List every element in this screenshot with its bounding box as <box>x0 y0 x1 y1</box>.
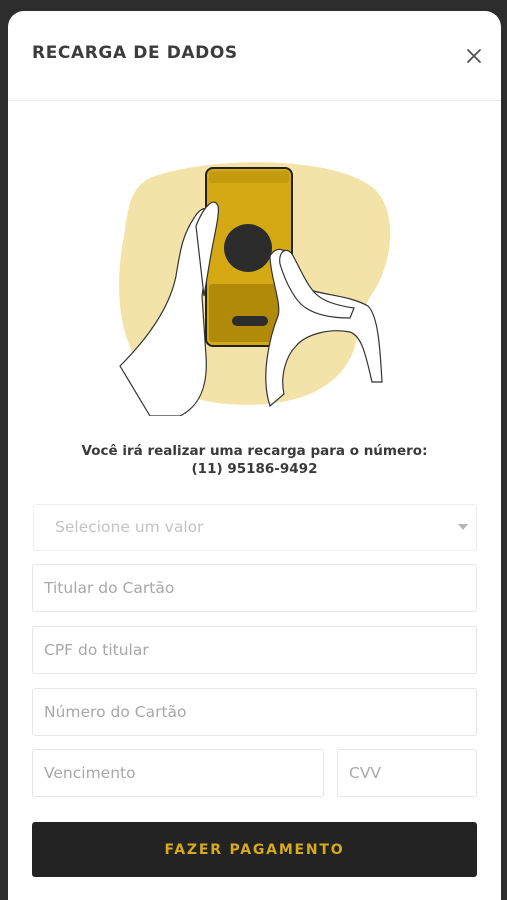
phone-number: (11) 95186-9492 <box>191 461 318 477</box>
cvv-field[interactable] <box>337 749 477 797</box>
cpf-field[interactable] <box>32 626 477 674</box>
card-number-field[interactable] <box>32 688 477 736</box>
value-select[interactable]: Selecione um valor <box>33 504 477 551</box>
recharge-modal: RECARGA DE DADOS Você irá realizar uma r… <box>8 11 501 900</box>
chevron-down-icon <box>458 524 468 530</box>
pay-button[interactable]: FAZER PAGAMENTO <box>32 822 477 877</box>
close-button[interactable] <box>463 45 485 67</box>
hand-holding-phone-illustration <box>119 162 391 416</box>
phone-top-bar <box>209 171 289 183</box>
modal-header: RECARGA DE DADOS <box>8 11 501 101</box>
close-icon <box>467 49 481 63</box>
expiry-field[interactable] <box>32 749 324 797</box>
value-select-placeholder: Selecione um valor <box>55 518 204 536</box>
phone-bar <box>232 316 268 326</box>
phone-circle-button <box>224 224 272 272</box>
card-holder-field[interactable] <box>32 564 477 612</box>
modal-title: RECARGA DE DADOS <box>32 43 238 63</box>
recharge-message: Você irá realizar uma recarga para o núm… <box>8 442 501 478</box>
recharge-message-text: Você irá realizar uma recarga para o núm… <box>81 443 428 459</box>
